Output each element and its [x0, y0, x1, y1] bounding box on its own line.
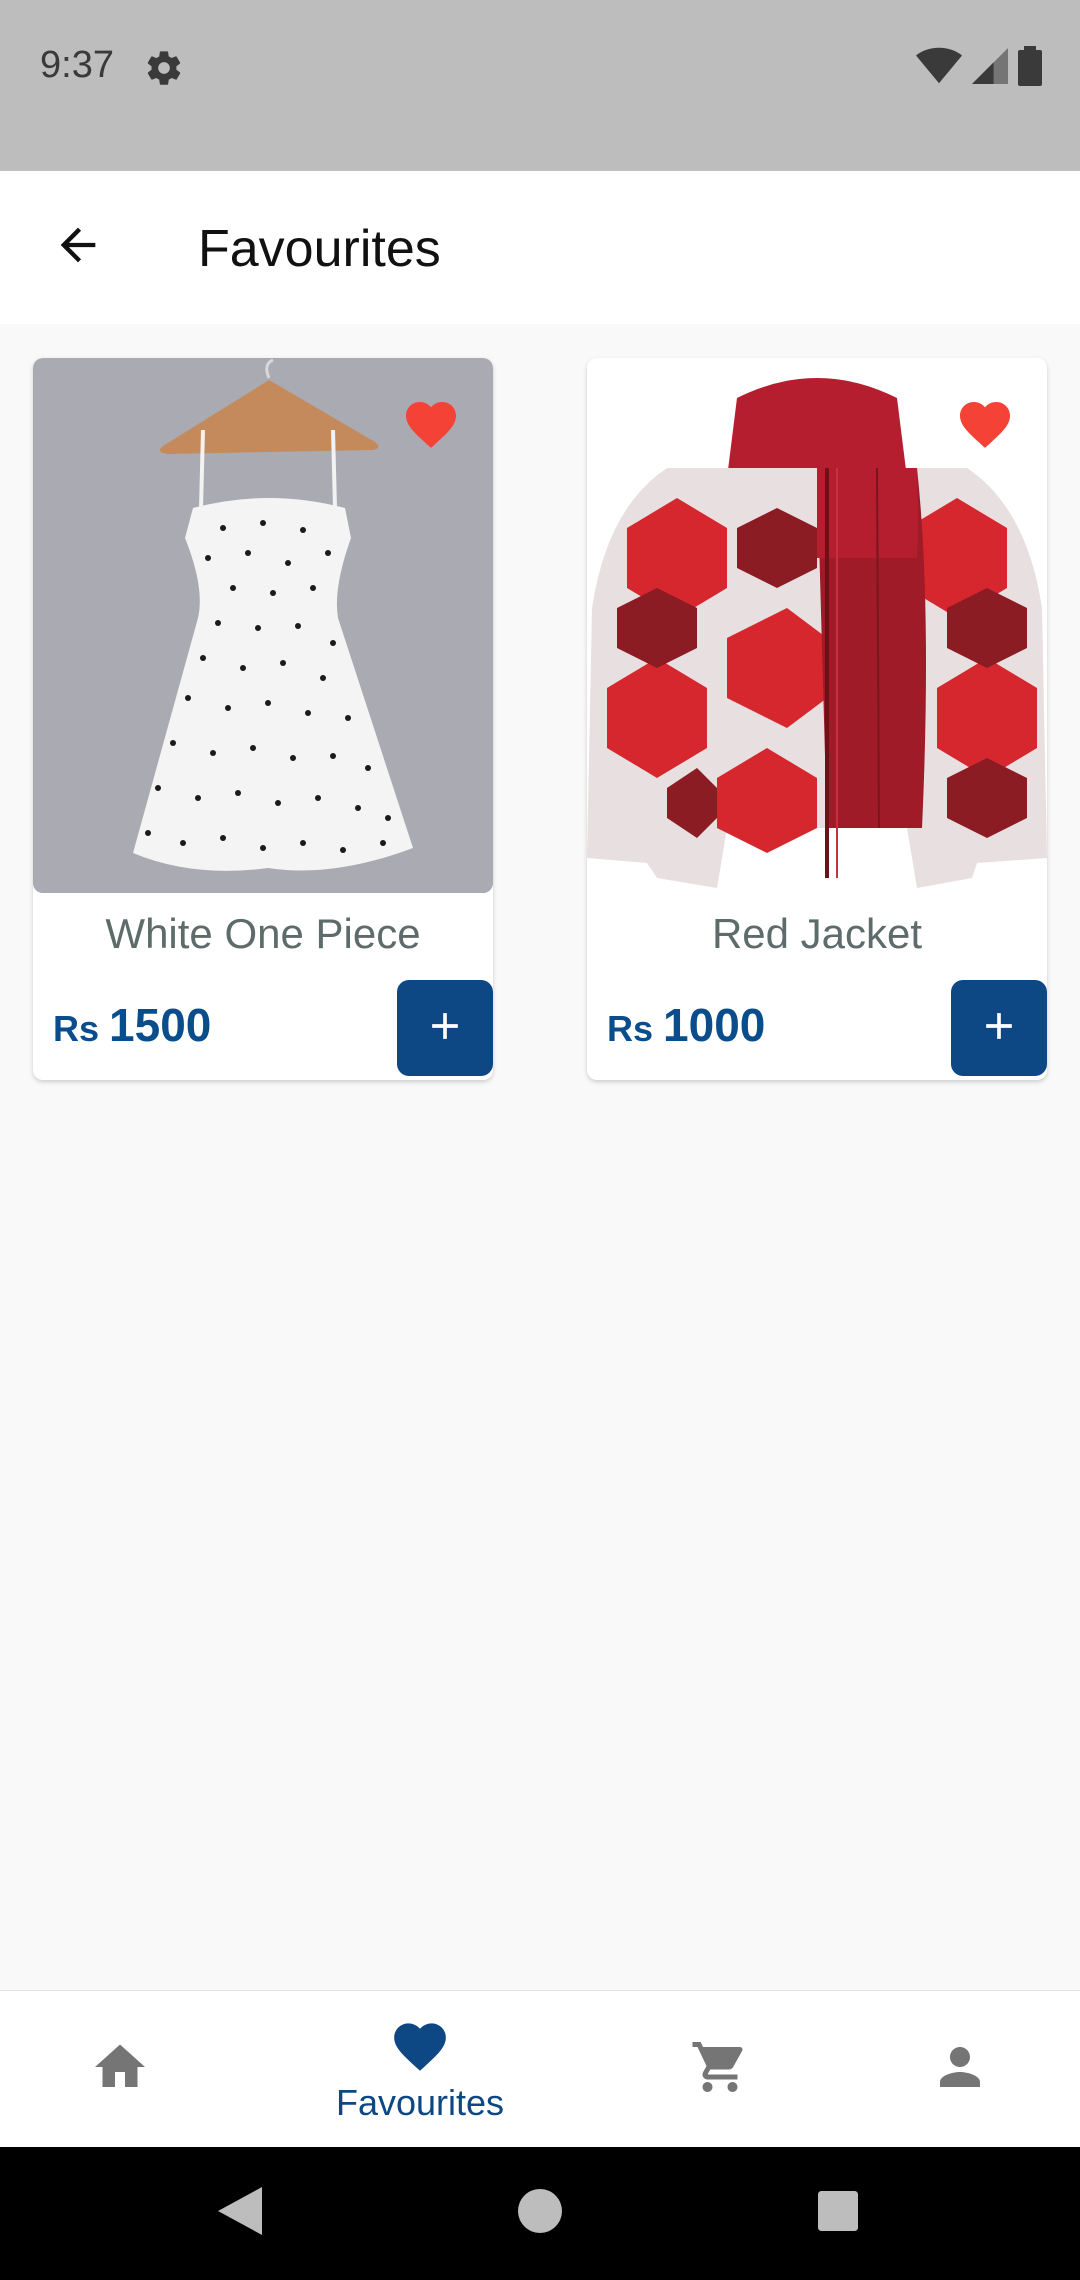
product-name: White One Piece	[105, 910, 421, 957]
product-card[interactable]: Red Jacket Rs 1000	[587, 358, 1047, 1080]
system-recents-button[interactable]	[798, 2177, 878, 2249]
settings-icon	[144, 48, 184, 88]
add-to-cart-button[interactable]	[951, 980, 1047, 1076]
system-home-button[interactable]	[500, 2177, 580, 2249]
currency-label: Rs	[607, 1008, 654, 1049]
add-to-cart-button[interactable]	[397, 980, 493, 1076]
bottom-navigation: Favourites	[0, 1990, 1080, 2148]
system-back-button[interactable]	[200, 2177, 280, 2249]
favourite-toggle[interactable]	[955, 394, 1015, 450]
plus-icon	[977, 1004, 1021, 1053]
system-navigation-bar	[0, 2147, 1080, 2280]
page-title: Favourites	[198, 220, 441, 278]
heart-icon	[955, 402, 1015, 454]
status-time: 9:37	[40, 44, 114, 86]
plus-icon	[423, 1004, 467, 1053]
product-price: Rs 1500	[53, 998, 211, 1052]
heart-icon	[389, 2015, 451, 2078]
app-bar: Favourites	[0, 171, 1080, 324]
square-recents-icon	[818, 2190, 858, 2236]
cart-icon	[690, 2037, 750, 2102]
status-icons	[916, 45, 1042, 91]
nav-profile[interactable]	[900, 1991, 1020, 2148]
product-name: Red Jacket	[711, 910, 923, 957]
nav-favourites[interactable]: Favourites	[300, 1991, 540, 2148]
favourite-toggle[interactable]	[401, 394, 461, 450]
product-price: Rs 1000	[607, 998, 765, 1052]
product-image	[587, 358, 1047, 893]
currency-label: Rs	[53, 1008, 100, 1049]
nav-favourites-label: Favourites	[335, 2082, 505, 2123]
circle-home-icon	[518, 2188, 562, 2238]
signal-icon	[972, 46, 1008, 91]
nav-home[interactable]	[60, 1991, 180, 2148]
wifi-icon	[916, 46, 962, 91]
price-value: 1000	[663, 999, 766, 1051]
product-image	[33, 358, 493, 893]
arrow-left-icon	[52, 219, 104, 276]
person-icon	[930, 2037, 990, 2102]
product-card[interactable]: White One Piece Rs 1500	[33, 358, 493, 1080]
back-button[interactable]	[40, 209, 116, 285]
heart-icon	[401, 402, 461, 454]
battery-icon	[1018, 45, 1042, 91]
price-value: 1500	[109, 999, 212, 1051]
home-icon	[90, 2037, 150, 2102]
triangle-back-icon	[218, 2186, 262, 2240]
nav-cart[interactable]	[660, 1991, 780, 2148]
status-bar: 9:37	[0, 0, 1080, 171]
